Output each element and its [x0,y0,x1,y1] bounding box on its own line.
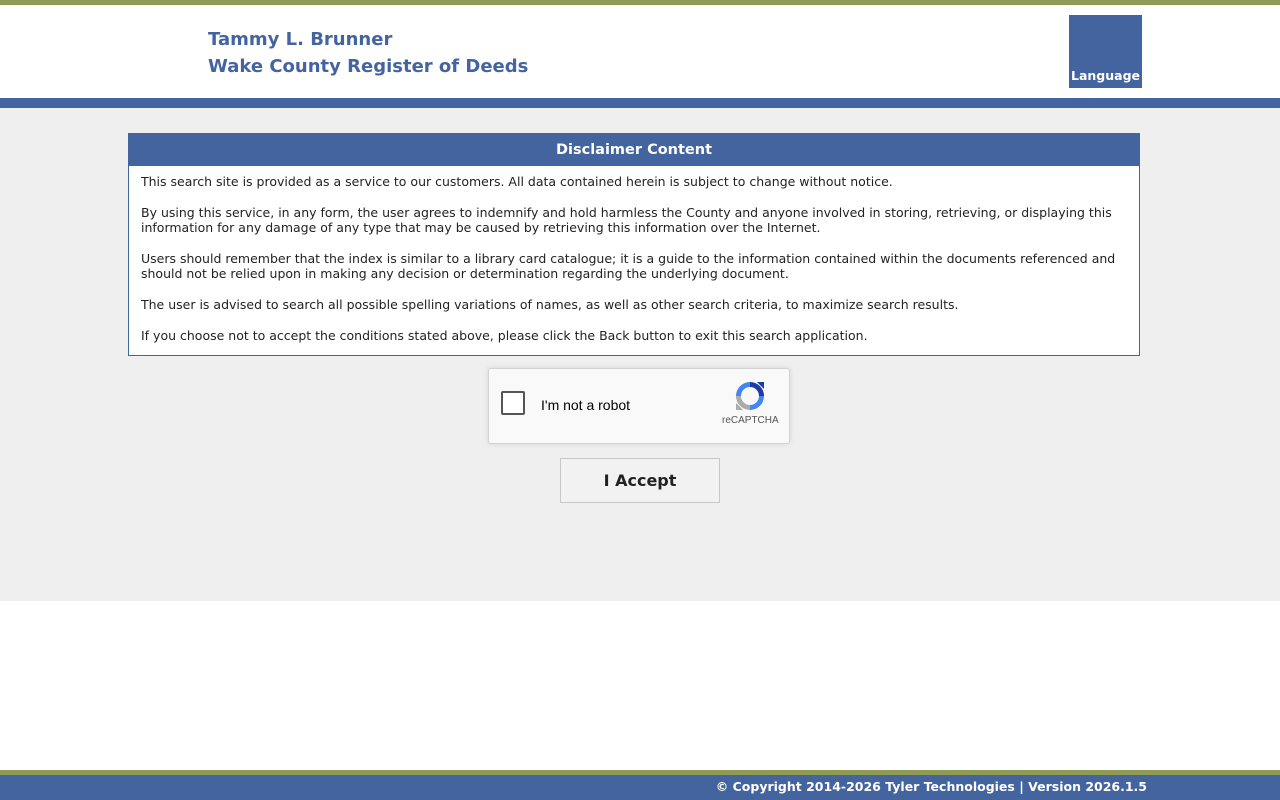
recaptcha-label: I'm not a robot [541,397,631,413]
language-button-label: Language [1070,68,1140,83]
recaptcha-widget: I'm not a robot reCAPTCHA [488,368,790,444]
disclaimer-paragraph: If you choose not to accept the conditio… [141,328,868,343]
office-name: Wake County Register of Deeds [208,56,529,77]
disclaimer-body: This search site is provided as a servic… [129,166,1139,343]
main-content: Disclaimer Content This search site is p… [0,108,1280,601]
recaptcha-logo-icon [736,382,764,410]
disclaimer-paragraph: Users should remember that the index is … [141,251,1116,281]
recaptcha-checkbox[interactable] [501,391,525,415]
recaptcha-brand: reCAPTCHA [722,415,779,426]
header-titles: Tammy L. Brunner Wake County Register of… [208,26,528,80]
disclaimer-paragraph: This search site is provided as a servic… [141,174,893,189]
disclaimer-panel: Disclaimer Content This search site is p… [128,133,1140,356]
official-name: Tammy L. Brunner [208,29,393,50]
disclaimer-heading: Disclaimer Content [129,134,1139,166]
accept-button[interactable]: I Accept [560,458,720,503]
copyright-text: © Copyright 2014-2026 Tyler Technologies… [715,779,1147,794]
disclaimer-paragraph: The user is advised to search all possib… [141,297,959,312]
site-footer: © Copyright 2014-2026 Tyler Technologies… [0,775,1280,800]
header-divider-bar [0,98,1280,108]
disclaimer-paragraph: By using this service, in any form, the … [141,205,1112,235]
site-header: Tammy L. Brunner Wake County Register of… [0,5,1280,98]
language-button[interactable]: Language [1069,15,1142,88]
